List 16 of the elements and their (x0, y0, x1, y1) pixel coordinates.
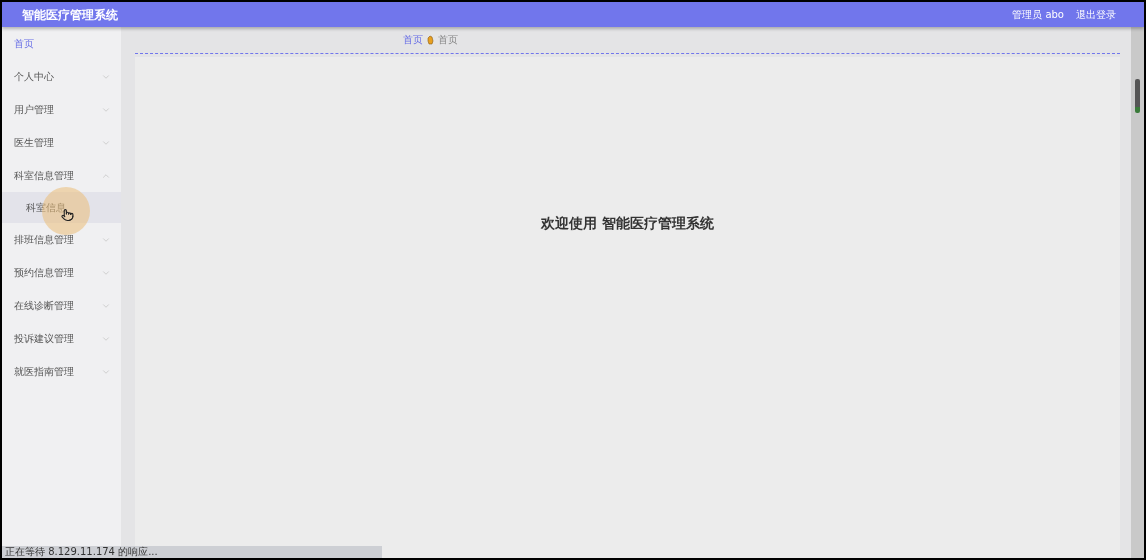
scrollbar-thumb[interactable] (1135, 79, 1140, 113)
app-title: 智能医疗管理系统 (22, 6, 118, 24)
logout-link[interactable]: 退出登录 (1076, 7, 1116, 22)
sidebar-item[interactable]: 首页 (2, 27, 121, 60)
sidebar-item[interactable]: 用户管理 (2, 93, 121, 126)
welcome-heading: 欢迎使用 智能医疗管理系统 (541, 214, 714, 233)
sidebar-item[interactable]: 个人中心 (2, 60, 121, 93)
sidebar-item[interactable]: 排班信息管理 (2, 223, 121, 256)
sidebar-item[interactable]: 预约信息管理 (2, 256, 121, 289)
status-text: 正在等待 8.129.11.174 的响应... (5, 547, 158, 557)
user-label: 管理员 abo (1012, 8, 1064, 22)
sidebar-item[interactable]: 科室信息管理 (2, 159, 121, 192)
sidebar-item[interactable]: 医生管理 (2, 126, 121, 159)
sidebar-item[interactable]: 投诉建议管理 (2, 322, 121, 355)
sidebar-item[interactable]: 就医指南管理 (2, 355, 121, 388)
sidebar-item[interactable]: 在线诊断管理 (2, 289, 121, 322)
